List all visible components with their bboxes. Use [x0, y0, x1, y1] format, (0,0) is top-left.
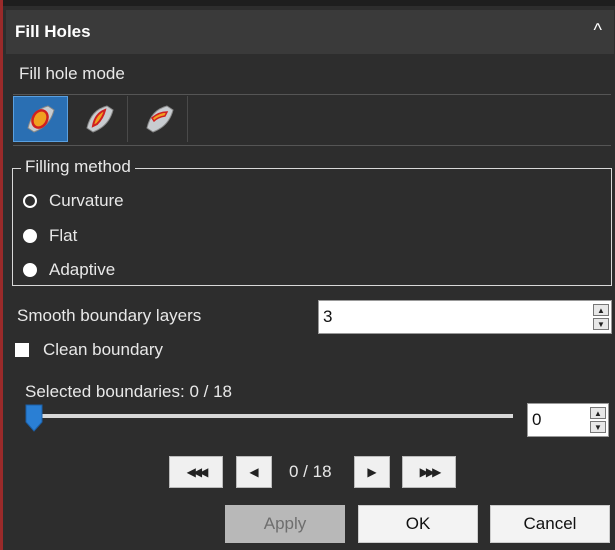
boundary-slider-thumb-icon[interactable]	[25, 404, 43, 432]
spin-buttons: ▲ ▼	[590, 406, 606, 434]
boundary-slider-track[interactable]	[27, 414, 513, 418]
apply-button[interactable]: Apply	[225, 505, 345, 543]
clean-boundary-checkbox-row[interactable]: Clean boundary	[15, 340, 163, 360]
radio-indicator[interactable]	[23, 263, 37, 277]
spin-up-icon[interactable]: ▲	[593, 304, 609, 316]
mode-button-partial[interactable]	[73, 96, 128, 142]
top-border	[3, 0, 615, 6]
fill-holes-panel: Fill Holes ^ Fill hole mode Filling meth…	[0, 0, 615, 550]
filling-method-legend: Filling method	[21, 157, 135, 177]
separator	[13, 145, 611, 146]
clean-boundary-label: Clean boundary	[43, 340, 164, 359]
boundary-position-text: 0 / 18	[289, 462, 332, 481]
boundary-index-value[interactable]: 0	[532, 410, 541, 430]
next-boundary-button[interactable]: ▶	[354, 456, 390, 488]
spin-buttons: ▲ ▼	[593, 303, 609, 331]
spin-down-icon[interactable]: ▼	[593, 318, 609, 330]
fill-hole-mode-toolbar	[13, 96, 193, 142]
separator	[13, 94, 611, 95]
radio-label: Adaptive	[49, 260, 116, 279]
radio-curvature[interactable]: Curvature	[23, 191, 124, 211]
panel-title: Fill Holes	[15, 22, 91, 41]
radio-adaptive[interactable]: Adaptive	[23, 260, 115, 280]
radio-label: Flat	[49, 226, 78, 245]
cancel-button[interactable]: Cancel	[490, 505, 610, 543]
fill-hole-partial-icon	[86, 105, 114, 133]
panel-header[interactable]: Fill Holes ^	[6, 10, 614, 54]
selected-boundaries-label: Selected boundaries: 0 / 18	[25, 382, 232, 401]
boundary-index-spinbox[interactable]: 0 ▲ ▼	[527, 403, 609, 437]
spin-down-icon[interactable]: ▼	[590, 421, 606, 433]
spin-up-icon[interactable]: ▲	[590, 407, 606, 419]
radio-label: Curvature	[49, 191, 124, 210]
collapse-chevron-icon[interactable]: ^	[594, 20, 602, 41]
fill-hole-mode-label: Fill hole mode	[19, 64, 125, 83]
smooth-boundary-spinbox[interactable]: 3 ▲ ▼	[318, 300, 612, 334]
radio-indicator[interactable]	[23, 229, 37, 243]
clean-boundary-checkbox[interactable]	[15, 343, 29, 357]
smooth-boundary-value[interactable]: 3	[323, 307, 332, 327]
radio-indicator[interactable]	[23, 194, 37, 208]
ok-button[interactable]: OK	[358, 505, 478, 543]
previous-boundary-button[interactable]: ◀	[236, 456, 272, 488]
fill-hole-complete-icon	[26, 105, 55, 133]
radio-flat[interactable]: Flat	[23, 226, 77, 246]
mode-button-complete[interactable]	[13, 96, 68, 142]
smooth-boundary-label: Smooth boundary layers	[17, 306, 202, 325]
fill-hole-bridge-icon	[146, 105, 174, 133]
first-boundary-button[interactable]: ◀◀◀	[169, 456, 223, 488]
mode-button-bridge[interactable]	[133, 96, 188, 142]
last-boundary-button[interactable]: ▶▶▶	[402, 456, 456, 488]
